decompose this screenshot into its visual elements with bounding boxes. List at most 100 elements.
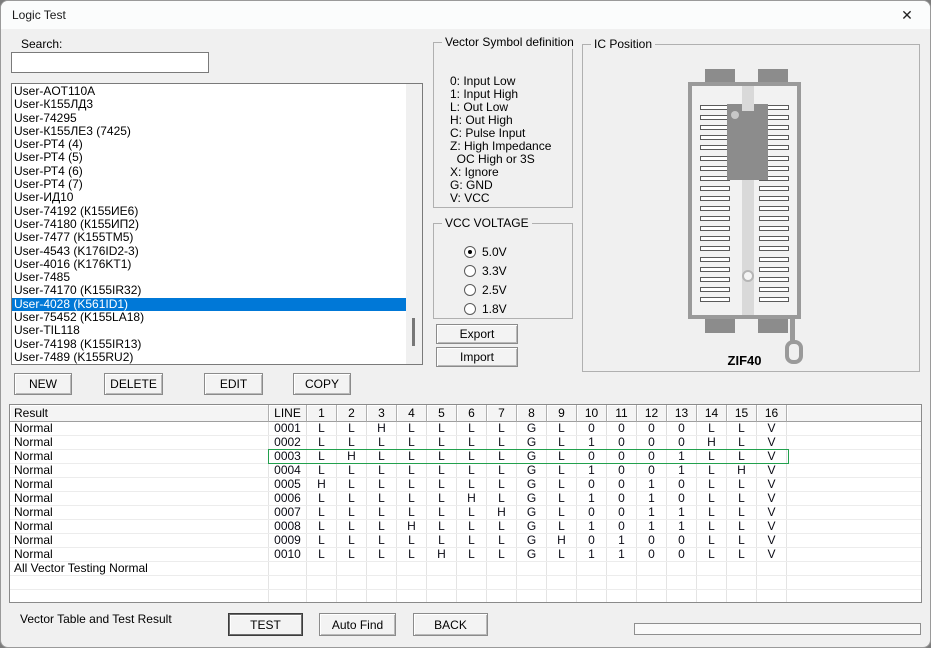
column-header[interactable]: 14 [697, 405, 727, 422]
column-header[interactable]: 15 [727, 405, 757, 422]
table-row[interactable]: Normal0002LLLLLLLGL1000HLV [10, 436, 921, 450]
column-header[interactable]: 5 [427, 405, 457, 422]
list-item[interactable]: User-4028 (K561ID1) [12, 298, 406, 311]
list-item[interactable]: User-РТ4 (4) [12, 138, 406, 151]
table-row[interactable]: Normal0005HLLLLLLGL0010LLV [10, 478, 921, 492]
line-cell: 0005 [269, 478, 307, 491]
pin-cell: L [367, 436, 397, 449]
pin-cell [757, 562, 787, 575]
search-input[interactable] [11, 52, 209, 73]
table-row[interactable]: Normal0007LLLLLLHGL0011LLV [10, 506, 921, 520]
list-item[interactable]: User-75452 (K155LA18) [12, 311, 406, 324]
pin-cell: V [757, 548, 787, 561]
delete-button[interactable]: DELETE [104, 373, 163, 395]
column-header[interactable]: LINE [269, 405, 307, 422]
list-item[interactable]: User-AOT110A [12, 85, 406, 98]
list-scrollbar[interactable] [406, 84, 422, 364]
column-header[interactable]: 10 [577, 405, 607, 422]
export-button[interactable]: Export [436, 324, 518, 344]
column-header[interactable]: 3 [367, 405, 397, 422]
list-item[interactable]: User-РТ4 (5) [12, 151, 406, 164]
radio-option[interactable]: 3.3V [464, 261, 507, 280]
radio-icon[interactable] [464, 246, 476, 258]
result-cell: Normal [10, 520, 269, 533]
column-header[interactable]: 8 [517, 405, 547, 422]
column-header[interactable]: 16 [757, 405, 787, 422]
list-item[interactable]: User-К155ЛД3 [12, 98, 406, 111]
pin-cell: L [337, 422, 367, 435]
table-row[interactable]: Normal0003LHLLLLLGL0001LLV [10, 450, 921, 464]
list-item[interactable]: User-4016 (K176KT1) [12, 258, 406, 271]
table-row[interactable]: Normal0001LLHLLLLGL0000LLV [10, 422, 921, 436]
column-header[interactable]: 4 [397, 405, 427, 422]
column-header[interactable]: 13 [667, 405, 697, 422]
pin-cell: L [727, 422, 757, 435]
table-row[interactable]: Normal0010LLLLHLLGL1100LLV [10, 548, 921, 562]
radio-icon[interactable] [464, 284, 476, 296]
list-item[interactable]: User-7485 [12, 271, 406, 284]
column-header[interactable]: 2 [337, 405, 367, 422]
radio-option[interactable]: 1.8V [464, 299, 507, 318]
new-button[interactable]: NEW [14, 373, 72, 395]
column-header[interactable]: 12 [637, 405, 667, 422]
back-button[interactable]: BACK [413, 613, 488, 636]
pin-cell [637, 576, 667, 589]
socket-pin [700, 115, 730, 120]
scrollbar-thumb[interactable] [412, 318, 415, 346]
row-filler [787, 590, 921, 603]
edit-button[interactable]: EDIT [204, 373, 263, 395]
list-item[interactable]: User-74295 [12, 112, 406, 125]
pin-cell: L [697, 548, 727, 561]
radio-option[interactable]: 5.0V [464, 242, 507, 261]
list-item[interactable]: User-74180 (К155ИП2) [12, 218, 406, 231]
column-header[interactable]: 9 [547, 405, 577, 422]
column-header[interactable]: 7 [487, 405, 517, 422]
socket-pin [700, 257, 730, 262]
list-item[interactable]: User-74198 (K155IR13) [12, 338, 406, 351]
radio-label: 5.0V [482, 245, 507, 259]
result-table[interactable]: ResultLINE12345678910111213141516 Normal… [9, 404, 922, 603]
list-item[interactable]: User-7489 (K155RU2) [12, 351, 406, 364]
list-item[interactable]: User-74192 (К155ИЕ6) [12, 205, 406, 218]
list-item[interactable]: User-РТ4 (7) [12, 178, 406, 191]
test-button[interactable]: TEST [228, 613, 303, 636]
column-header[interactable]: Result [10, 405, 269, 422]
table-row[interactable]: Normal0009LLLLLLLGH0100LLV [10, 534, 921, 548]
table-row[interactable]: Normal0004LLLLLLLGL1001LHV [10, 464, 921, 478]
list-item[interactable]: User-4543 (K176ID2-3) [12, 245, 406, 258]
result-cell: Normal [10, 450, 269, 463]
device-list[interactable]: User-AOT110AUser-К155ЛД3User-74295User-К… [11, 83, 423, 365]
list-item[interactable]: User-РТ4 (6) [12, 165, 406, 178]
pin-cell: L [307, 436, 337, 449]
column-header[interactable]: 6 [457, 405, 487, 422]
table-row[interactable]: All Vector Testing Normal [10, 562, 921, 576]
table-row[interactable]: Normal0006LLLLLHLGL1010LLV [10, 492, 921, 506]
pin-cell: L [727, 548, 757, 561]
table-row[interactable]: Normal0008LLLHLLLGL1011LLV [10, 520, 921, 534]
list-item[interactable]: User-7477 (K155TM5) [12, 231, 406, 244]
table-row[interactable] [10, 590, 921, 603]
pin-cell [757, 576, 787, 589]
line-cell: 0008 [269, 520, 307, 533]
pin-cell: 1 [607, 534, 637, 547]
list-item[interactable]: User-К155ЛЕ3 (7425) [12, 125, 406, 138]
pin-cell: 0 [607, 492, 637, 505]
table-row[interactable] [10, 576, 921, 590]
result-cell: Normal [10, 534, 269, 547]
column-header[interactable]: 11 [607, 405, 637, 422]
radio-option[interactable]: 2.5V [464, 280, 507, 299]
pin-cell [457, 590, 487, 603]
copy-button[interactable]: COPY [293, 373, 351, 395]
list-item[interactable]: User-TIL118 [12, 324, 406, 337]
list-item[interactable]: User-74170 (K155IR32) [12, 284, 406, 297]
import-button[interactable]: Import [436, 347, 518, 367]
radio-icon[interactable] [464, 303, 476, 315]
close-icon[interactable]: ✕ [898, 6, 916, 24]
column-header[interactable]: 1 [307, 405, 337, 422]
radio-icon[interactable] [464, 265, 476, 277]
result-cell: Normal [10, 436, 269, 449]
list-item[interactable]: User-ИД10 [12, 191, 406, 204]
pin-cell: G [517, 450, 547, 463]
auto-find-button[interactable]: Auto Find [319, 613, 396, 636]
pin-cell [337, 576, 367, 589]
